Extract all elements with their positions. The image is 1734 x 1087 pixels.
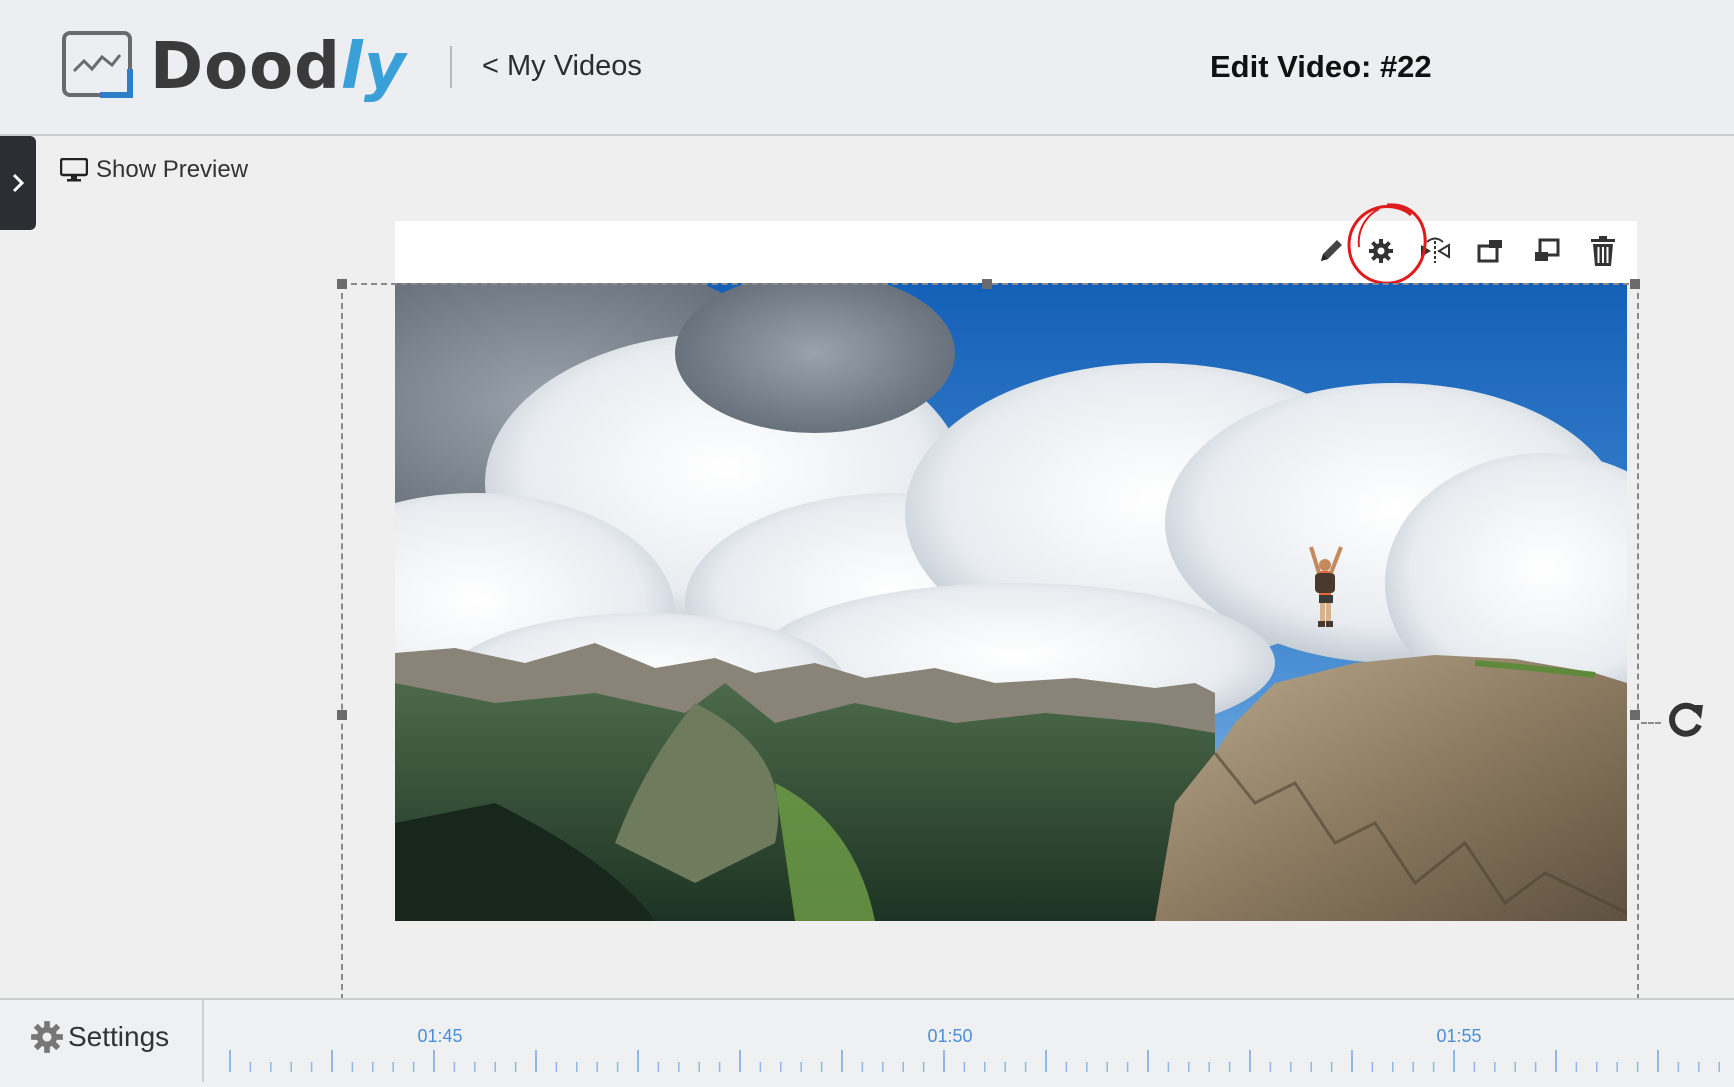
resize-handle-top-left[interactable] (337, 279, 347, 289)
gear-icon (31, 1021, 63, 1053)
page-title: Edit Video: #22 (1210, 49, 1432, 84)
timeline-label-0155: 01:55 (1436, 1026, 1482, 1046)
image-toolbar (395, 203, 1637, 285)
send-backward-icon[interactable] (1527, 231, 1567, 271)
logo-wordmark: Doodly (150, 30, 407, 104)
resize-handle-right[interactable] (1630, 710, 1640, 720)
app-header: Doodly < My Videos Edit Video: #22 (0, 0, 1734, 136)
highlight-circle (1347, 203, 1427, 285)
bring-forward-icon[interactable] (1471, 231, 1511, 271)
header-divider (450, 46, 452, 88)
timeline-label-0150: 01:50 (927, 1026, 973, 1046)
sidebar-toggle-button[interactable] (0, 136, 36, 230)
timeline-bar: Settings 01:45 01:50 01:55 (0, 998, 1734, 1082)
editor-canvas[interactable]: Show Preview (0, 136, 1734, 1000)
resize-handle-left[interactable] (337, 710, 347, 720)
monitor-icon (60, 158, 88, 182)
my-videos-link[interactable]: < My Videos (482, 50, 642, 83)
rotate-connector (1641, 722, 1661, 724)
trash-icon[interactable] (1583, 231, 1623, 271)
timeline-ruler[interactable]: 01:45 01:50 01:55 (206, 1000, 1734, 1082)
chevron-right-icon (12, 173, 25, 193)
resize-handle-top-right[interactable] (1630, 279, 1640, 289)
timeline-label-0145: 01:45 (417, 1026, 463, 1046)
logo-board-icon (60, 29, 138, 105)
settings-divider (202, 1000, 204, 1082)
rotate-handle-icon[interactable] (1665, 699, 1707, 741)
doodly-logo[interactable]: Doodly (60, 22, 407, 112)
show-preview-button[interactable]: Show Preview (60, 156, 248, 184)
selection-box (341, 283, 1639, 1000)
resize-handle-top[interactable] (982, 279, 992, 289)
show-preview-label: Show Preview (96, 156, 249, 183)
settings-label: Settings (68, 1021, 170, 1052)
settings-button[interactable]: Settings (30, 1020, 169, 1054)
